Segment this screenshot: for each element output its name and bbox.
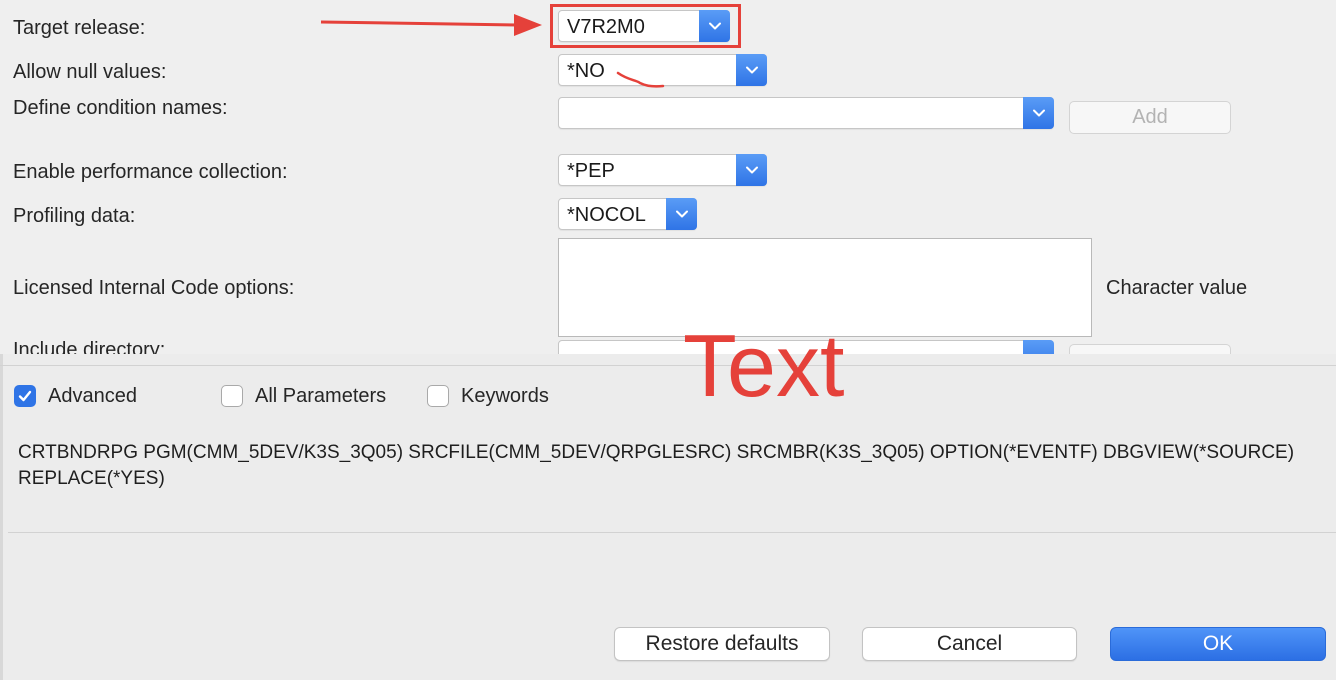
command-preview: CRTBNDRPG PGM(CMM_5DEV/K3S_3Q05) SRCFILE…	[18, 442, 1300, 489]
chevron-down-icon[interactable]	[736, 154, 767, 186]
profiling-value: *NOCOL	[567, 204, 646, 226]
lic-code-label: Licensed Internal Code options:	[13, 277, 295, 299]
profiling-label: Profiling data:	[13, 205, 136, 227]
chevron-down-icon[interactable]	[736, 54, 767, 86]
command-divider	[8, 532, 1336, 533]
all-parameters-label: All Parameters	[255, 384, 387, 407]
perf-collection-label: Enable performance collection:	[13, 161, 288, 183]
chevron-down-icon[interactable]	[1023, 97, 1054, 129]
all-parameters-checkbox[interactable]	[221, 385, 243, 407]
perf-collection-value: *PEP	[567, 160, 615, 182]
define-condition-label: Define condition names:	[13, 97, 228, 119]
advanced-option[interactable]: Advanced	[14, 384, 137, 408]
define-condition-combo[interactable]	[558, 97, 1054, 129]
chevron-down-icon[interactable]	[666, 198, 697, 230]
advanced-checkbox[interactable]	[14, 385, 36, 407]
restore-defaults-button[interactable]: Restore defaults	[614, 627, 830, 661]
keywords-checkbox[interactable]	[427, 385, 449, 407]
lic-code-hint: Character value	[1106, 277, 1248, 299]
allow-null-label: Allow null values:	[13, 61, 167, 83]
perf-collection-combo[interactable]: *PEP	[558, 154, 767, 186]
add-condition-button[interactable]: Add	[1069, 101, 1231, 134]
annotation-text: Text	[683, 316, 845, 415]
cancel-button[interactable]: Cancel	[862, 627, 1077, 661]
allow-null-combo[interactable]: *NO	[558, 54, 767, 86]
add-include-dir-button[interactable]	[1069, 344, 1231, 354]
profiling-combo[interactable]: *NOCOL	[558, 198, 697, 230]
chevron-down-icon[interactable]	[1023, 340, 1054, 354]
advanced-label: Advanced	[48, 384, 137, 407]
all-parameters-option[interactable]: All Parameters	[221, 384, 386, 408]
include-dir-label: Include directory:	[13, 339, 166, 354]
keywords-label: Keywords	[461, 384, 549, 407]
parameters-scroll-pane[interactable]: Target release: V7R2M0 Allow null values…	[0, 0, 1336, 354]
section-divider	[0, 365, 1336, 366]
target-release-label: Target release:	[13, 17, 146, 39]
keywords-option[interactable]: Keywords	[427, 384, 549, 408]
checkmark-icon	[18, 390, 32, 402]
ok-button[interactable]: OK	[1110, 627, 1326, 661]
annotation-highlight-box	[550, 4, 741, 48]
allow-null-value: *NO	[567, 60, 605, 82]
